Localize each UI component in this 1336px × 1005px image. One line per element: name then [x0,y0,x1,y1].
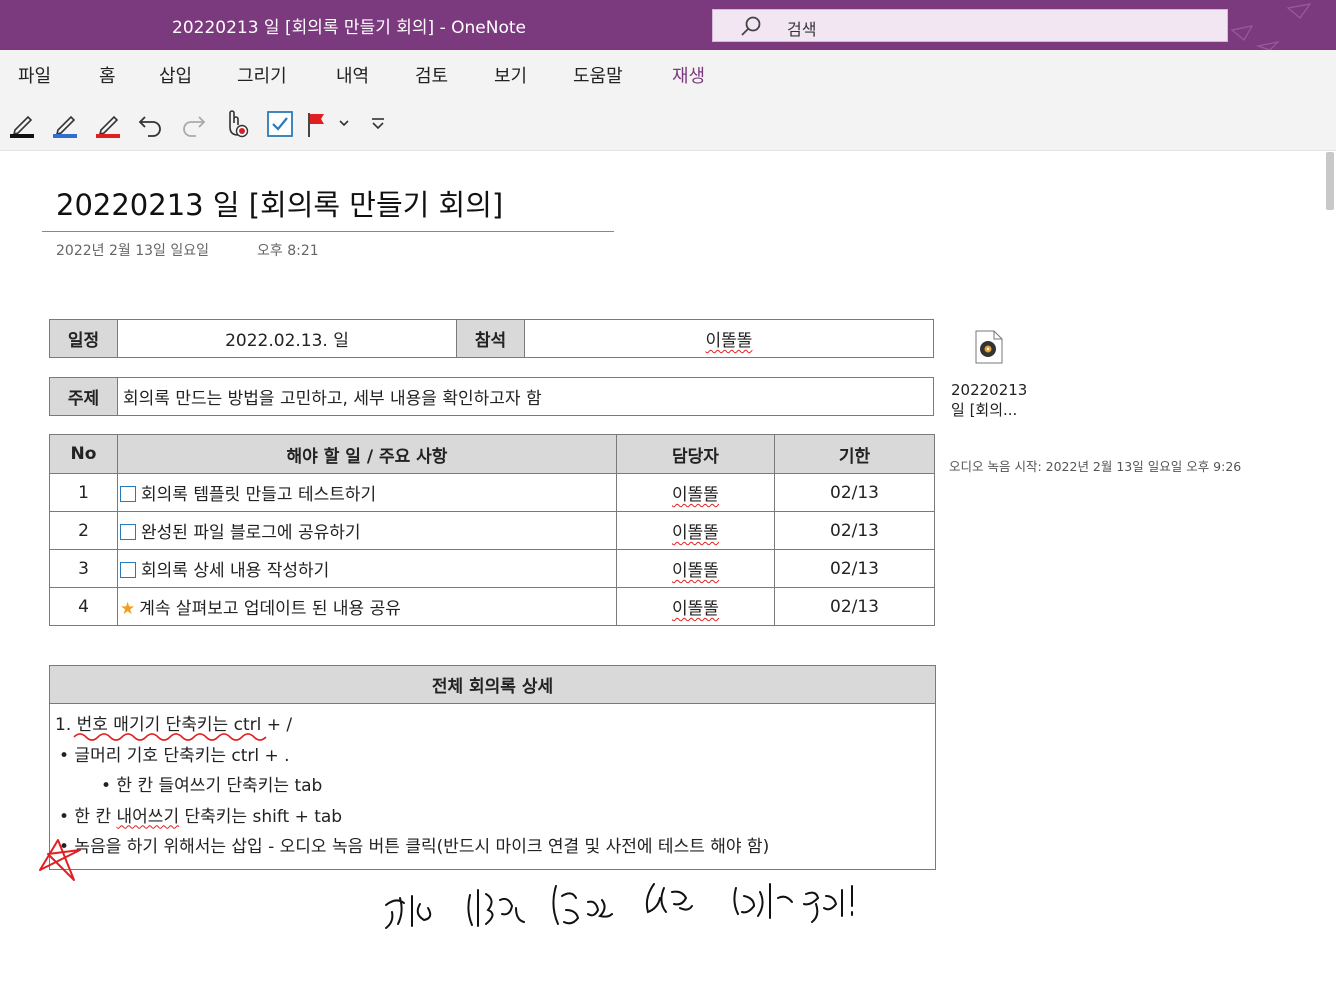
attendee-value: 이똘똘 [705,331,753,351]
audio-name-line1: 20220213 [951,381,1028,399]
redo-icon[interactable] [178,109,208,139]
undo-icon[interactable] [136,109,166,139]
row-due[interactable]: 02/13 [774,549,935,588]
row-no: 1 [49,473,118,512]
todo-checkbox-icon[interactable] [120,486,136,502]
schedule-table: 일정 2022.02.13. 일 참석 이똘똘 [49,319,934,358]
audio-name-line2: 일 [회의... [951,401,1018,419]
detail-line-3: • 한 칸 들여쓰기 단축키는 tab [101,776,323,796]
menu-view[interactable]: 보기 [494,62,527,88]
pen-red-icon[interactable] [94,109,124,139]
search-icon [741,16,761,36]
dropdown-chevron-icon[interactable] [336,109,352,139]
title-bar: 20220213 일 [회의록 만들기 회의] - OneNote 검색 [0,0,1336,50]
menu-file[interactable]: 파일 [18,62,51,88]
topic-value[interactable]: 회의록 만드는 방법을 고민하고, 세부 내용을 확인하고자 함 [117,377,934,416]
schedule-label: 일정 [49,319,118,358]
detail-text: • 한 칸 [59,806,117,827]
menu-draw[interactable]: 그리기 [237,62,287,88]
row-task-cell[interactable]: 회의록 상세 내용 작성하기 [117,549,617,588]
list-number: 1. [55,715,77,735]
row-owner: 이똘똘 [672,599,719,619]
row-no: 3 [49,549,118,588]
row-owner: 이똘똘 [672,561,719,581]
row-due[interactable]: 02/13 [774,511,935,550]
row-task: 계속 살펴보고 업데이트 된 내용 공유 [139,599,401,619]
row-owner-cell[interactable]: 이똘똘 [616,587,775,626]
customize-toolbar-icon[interactable] [368,109,388,139]
audio-file-name[interactable]: 20220213 일 [회의... [951,380,1027,420]
attendee-cell[interactable]: 이똘똘 [524,319,934,358]
pen-blue-icon[interactable] [51,109,81,139]
topic-table: 주제 회의록 만드는 방법을 고민하고, 세부 내용을 확인하고자 함 [49,377,934,416]
detail-text: 단축키는 shift + tab [179,806,343,827]
detail-text: ctrl + / [228,715,293,735]
misspelled-word: 내어쓰기 [116,806,180,827]
detail-table: 전체 회의록 상세 1. 번호 매기기 단축키는 ctrl + / • 글머리 … [49,665,936,870]
audio-file-icon[interactable] [975,330,1003,364]
row-due[interactable]: 02/13 [774,473,935,512]
row-owner: 이똘똘 [672,523,719,543]
menu-home[interactable]: 홈 [99,62,116,88]
col-header-due: 기한 [774,434,935,474]
attendee-label: 참석 [456,319,525,358]
col-header-owner: 담당자 [616,434,775,474]
row-owner-cell[interactable]: 이똘똘 [616,511,775,550]
row-owner: 이똘똘 [672,485,719,505]
row-task-cell[interactable]: 완성된 파일 블로그에 공유하기 [117,511,617,550]
row-task: 회의록 상세 내용 작성하기 [141,561,330,581]
table-row: 2 완성된 파일 블로그에 공유하기 이똘똘 02/13 [49,511,935,550]
row-owner-cell[interactable]: 이똘똘 [616,549,775,588]
underlined-text: 번호 매기기 단축키는 [76,715,229,735]
flag-icon[interactable] [304,109,334,139]
table-row: 1 회의록 템플릿 만들고 테스트하기 이똘똘 02/13 [49,473,935,512]
detail-line-2: • 글머리 기호 단축키는 ctrl + . [59,745,290,766]
detail-line-1: 1. 번호 매기기 단축키는 ctrl + / [55,710,930,741]
search-input[interactable]: 검색 [712,9,1228,42]
menu-playback[interactable]: 재생 [672,62,705,88]
ribbon-menu-bar: 파일 홈 삽입 그리기 내역 검토 보기 도움말 재생 [0,50,1336,97]
topic-label: 주제 [49,377,118,416]
row-owner-cell[interactable]: 이똘똘 [616,473,775,512]
tasks-table: No 해야 할 일 / 주요 사항 담당자 기한 1 회의록 템플릿 만들고 테… [49,434,935,626]
detail-line-5: • 녹음을 하기 위해서는 삽입 - 오디오 녹음 버튼 클릭(반드시 마이크 … [59,837,770,857]
page-time: 오후 8:21 [257,243,319,259]
detail-header: 전체 회의록 상세 [49,665,936,704]
page-title[interactable]: 20220213 일 [회의록 만들기 회의] [56,182,503,224]
row-task: 완성된 파일 블로그에 공유하기 [141,523,361,543]
page-date: 2022년 2월 13일 일요일 [56,243,209,259]
search-placeholder: 검색 [787,20,817,39]
row-no: 4 [49,587,118,626]
detail-line-4: • 한 칸 내어쓰기 단축키는 shift + tab [55,802,930,833]
touch-draw-icon[interactable] [222,109,252,139]
row-task: 회의록 템플릿 만들고 테스트하기 [141,485,377,505]
detail-body[interactable]: 1. 번호 매기기 단축키는 ctrl + / • 글머리 기호 단축키는 ct… [49,703,936,870]
row-due[interactable]: 02/13 [774,587,935,626]
handwriting-ink[interactable] [385,883,853,929]
schedule-value[interactable]: 2022.02.13. 일 [117,319,457,358]
vertical-scrollbar[interactable] [1326,152,1334,210]
menu-help[interactable]: 도움말 [573,62,623,88]
window-title: 20220213 일 [회의록 만들기 회의] - OneNote [172,18,526,38]
title-underline [42,231,614,232]
todo-checkbox-icon[interactable] [120,524,136,540]
row-task-cell[interactable]: ★ 계속 살펴보고 업데이트 된 내용 공유 [117,587,617,626]
table-row: 4 ★ 계속 살펴보고 업데이트 된 내용 공유 이똘똘 02/13 [49,587,935,626]
col-header-no: No [49,434,118,474]
row-no: 2 [49,511,118,550]
important-star-icon[interactable]: ★ [120,599,135,619]
row-task-cell[interactable]: 회의록 템플릿 만들고 테스트하기 [117,473,617,512]
menu-insert[interactable]: 삽입 [159,62,192,88]
menu-history[interactable]: 내역 [336,62,369,88]
todo-checkbox-icon[interactable] [265,109,295,139]
table-row: 3 회의록 상세 내용 작성하기 이똘똘 02/13 [49,549,935,588]
quick-access-toolbar [0,97,1336,151]
menu-review[interactable]: 검토 [415,62,448,88]
todo-checkbox-icon[interactable] [120,562,136,578]
paper-plane-decoration-icon [1230,3,1312,50]
col-header-task: 해야 할 일 / 주요 사항 [117,434,617,474]
audio-recording-info: 오디오 녹음 시작: 2022년 2월 13일 일요일 오후 9:26 [949,459,1242,474]
pen-black-icon[interactable] [8,109,38,139]
